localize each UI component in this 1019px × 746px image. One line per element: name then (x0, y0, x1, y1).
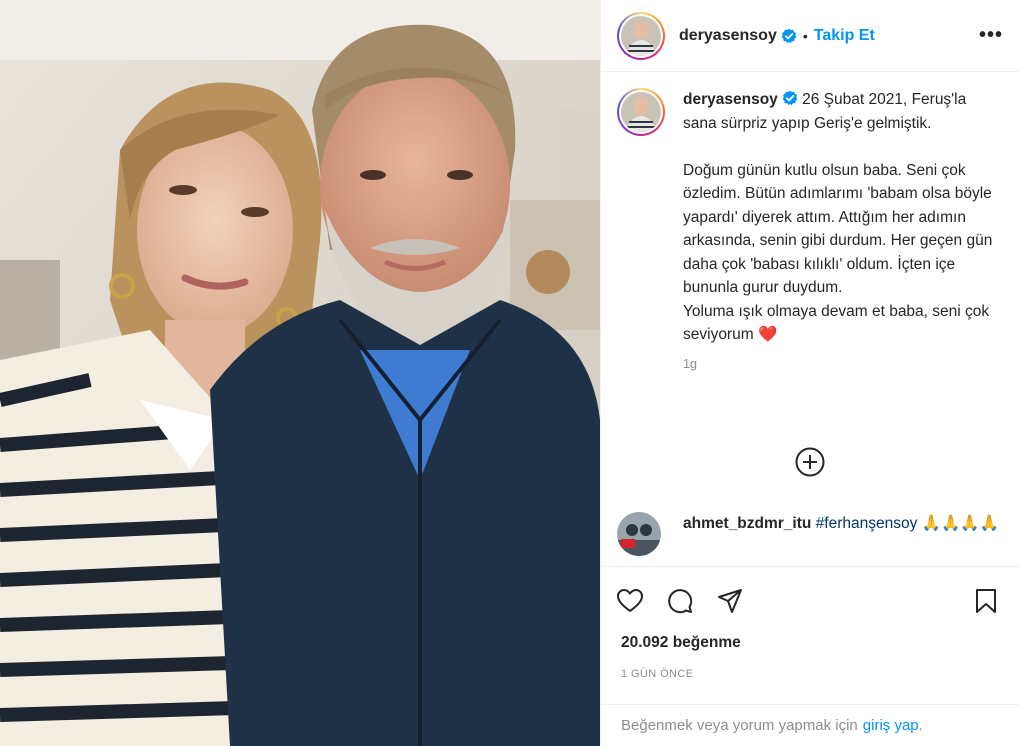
caption-avatar[interactable] (617, 88, 665, 136)
comments-section: deryasensoy 26 Şubat 2021, Feruş'la sana… (601, 72, 1019, 566)
caption-date: 26 Şubat 2021, (802, 91, 908, 108)
author-avatar-image (621, 15, 661, 56)
caption-verified-badge-icon (782, 90, 798, 106)
caption-comment: deryasensoy 26 Şubat 2021, Feruş'la sana… (617, 88, 1003, 376)
comment-item: ahmet_bzdmr_itu #ferhanşensoy 🙏🙏🙏🙏 (617, 512, 999, 556)
login-prompt-text: Beğenmek veya yorum yapmak için (621, 717, 858, 734)
load-more-comments-icon[interactable] (794, 446, 826, 478)
separator-dot: • (802, 27, 808, 44)
author-username[interactable]: deryasensoy (679, 27, 777, 45)
like-count[interactable]: 20.092 beğenme (601, 634, 1019, 652)
post-side-panel: deryasensoy • Takip Et ••• deryasensoy 2… (600, 0, 1019, 746)
caption-username[interactable]: deryasensoy (683, 91, 778, 108)
commenter-avatar[interactable] (617, 512, 661, 556)
post-photo[interactable] (0, 0, 600, 746)
comment-body: ahmet_bzdmr_itu #ferhanşensoy 🙏🙏🙏🙏 (683, 512, 999, 536)
caption-body: deryasensoy 26 Şubat 2021, Feruş'la sana… (683, 88, 1001, 376)
verified-badge-icon (781, 28, 797, 44)
like-heart-icon[interactable] (615, 586, 645, 616)
heart-emoji: ❤️ (757, 326, 778, 343)
comment-bubble-icon[interactable] (665, 586, 695, 616)
follow-button[interactable]: Takip Et (814, 27, 875, 45)
save-bookmark-icon[interactable] (971, 586, 1001, 616)
share-send-icon[interactable] (715, 586, 745, 616)
comment-hashtag[interactable]: #ferhanşensoy (816, 515, 918, 532)
author-avatar[interactable] (617, 11, 665, 60)
login-prompt-suffix: . (918, 717, 923, 734)
caption-text: Feruş'la sana sürpriz yapıp Geriş'e gelm… (683, 91, 993, 343)
post-actions (601, 566, 1019, 634)
login-link[interactable]: giriş yap (863, 717, 919, 734)
more-options-icon[interactable]: ••• (979, 24, 1003, 47)
caption-avatar-image (621, 92, 661, 132)
comment-emoji: 🙏🙏🙏🙏 (921, 515, 999, 532)
caption-age: 1g (683, 356, 697, 371)
post-header: deryasensoy • Takip Et ••• (601, 0, 1019, 72)
post-date: 1 GÜN ÖNCE (621, 668, 694, 680)
post-image (0, 0, 600, 746)
commenter-username[interactable]: ahmet_bzdmr_itu (683, 515, 811, 532)
login-prompt: Beğenmek veya yorum yapmak için giriş ya… (601, 704, 1019, 746)
